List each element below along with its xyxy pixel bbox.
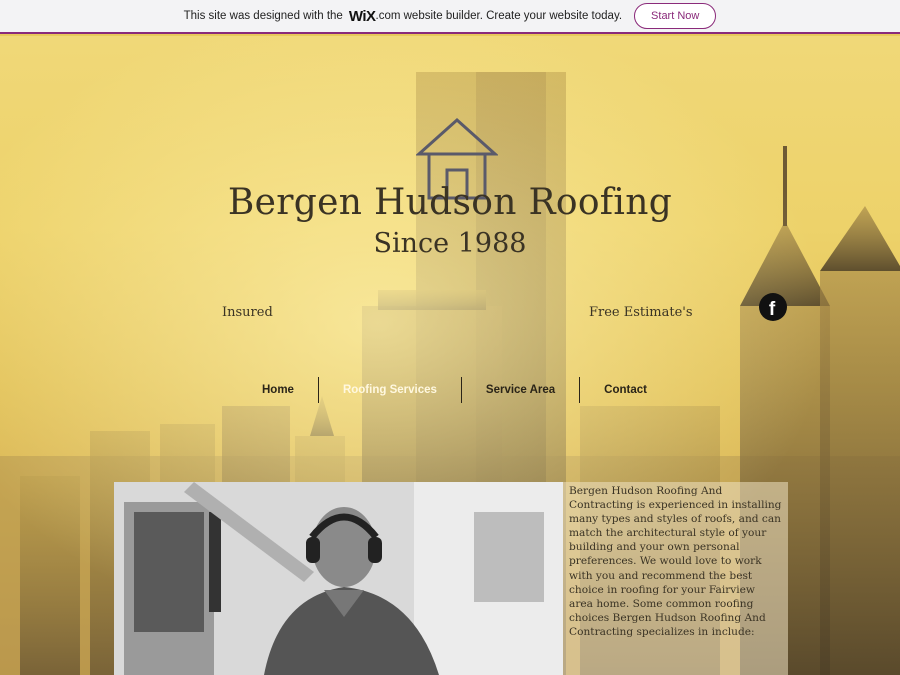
nav-service-area[interactable]: Service Area	[462, 376, 579, 404]
nav-roofing-services[interactable]: Roofing Services	[319, 376, 461, 404]
intro-paragraph: Bergen Hudson Roofing And Contracting is…	[569, 485, 782, 638]
nav-contact[interactable]: Contact	[580, 376, 671, 404]
insured-label: Insured	[222, 305, 273, 320]
wix-banner-text-after: .com website builder. Create your websit…	[375, 10, 623, 22]
site-subtitle: Since 1988	[373, 228, 527, 259]
main-nav: Home Roofing Services Service Area Conta…	[238, 376, 671, 404]
intro-text-panel: Bergen Hudson Roofing And Contracting is…	[563, 482, 788, 675]
hero-section: Bergen Hudson Roofing Since 1988 Insured…	[0, 36, 900, 675]
site-title: Bergen Hudson Roofing	[227, 182, 673, 223]
wix-logo: WiX	[348, 7, 376, 25]
wix-banner-text-before: This site was designed with the	[183, 10, 343, 22]
free-estimate-label: Free Estimate's	[589, 305, 693, 320]
start-now-button[interactable]: Start Now	[634, 3, 717, 29]
nav-home[interactable]: Home	[238, 376, 318, 404]
facebook-icon[interactable]: f	[759, 293, 787, 321]
wix-banner: This site was designed with the WiX .com…	[0, 0, 900, 34]
roofer-photo	[114, 482, 563, 675]
